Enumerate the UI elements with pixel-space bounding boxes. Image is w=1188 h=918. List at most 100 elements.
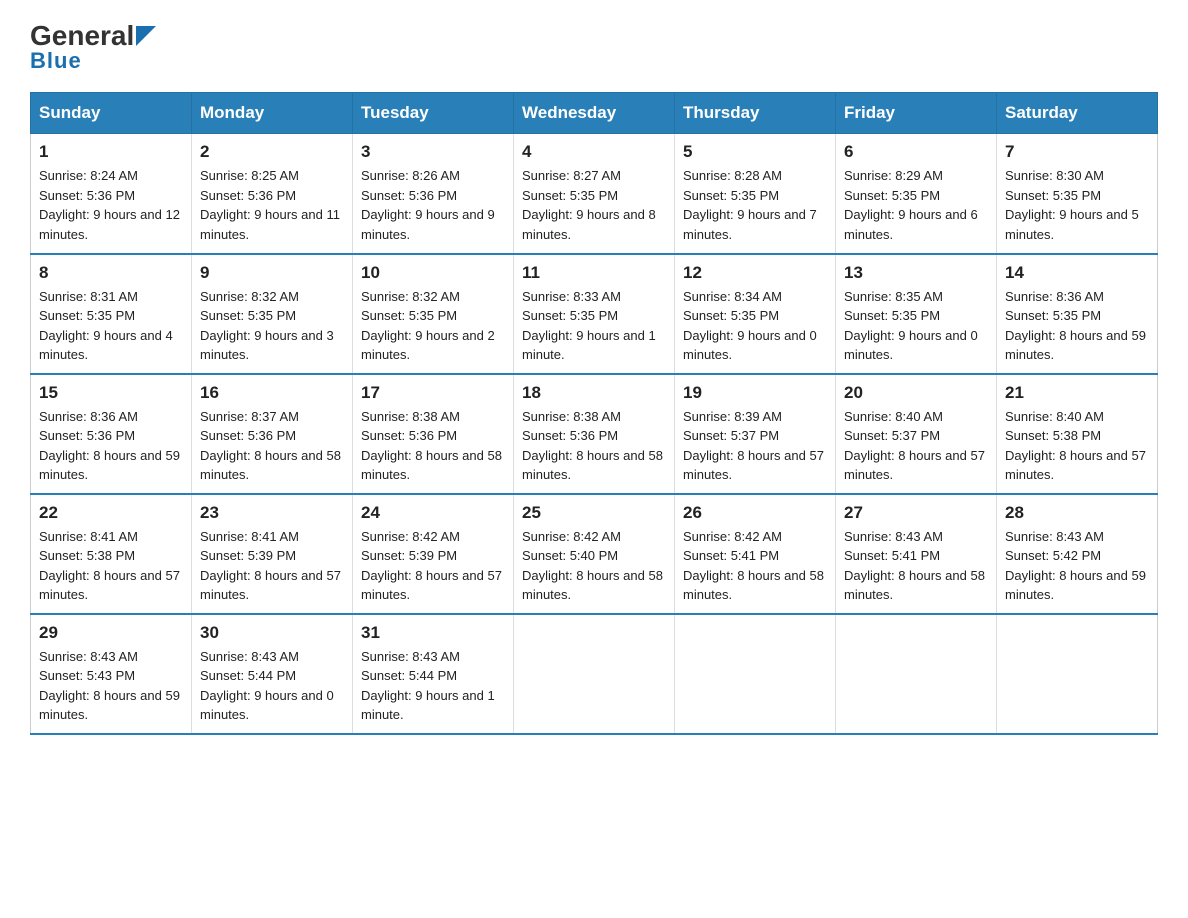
calendar-cell: 28Sunrise: 8:43 AMSunset: 5:42 PMDayligh…: [997, 494, 1158, 614]
calendar-cell: 4 Sunrise: 8:27 AMSunset: 5:35 PMDaylight…: [514, 134, 675, 254]
column-header-wednesday: Wednesday: [514, 93, 675, 134]
day-info: Sunrise: 8:42 AMSunset: 5:40 PMDaylight:…: [522, 527, 666, 605]
day-number: 14: [1005, 263, 1149, 283]
day-number: 4: [522, 142, 666, 162]
calendar-cell: 13Sunrise: 8:35 AMSunset: 5:35 PMDayligh…: [836, 254, 997, 374]
day-number: 28: [1005, 503, 1149, 523]
day-number: 29: [39, 623, 183, 643]
calendar-cell: 21 Sunrise: 8:40 AMSunset: 5:38 PMDayligh…: [997, 374, 1158, 494]
day-info: Sunrise: 8:40 AMSunset: 5:38 PMDaylight:…: [1005, 407, 1149, 485]
day-number: 7: [1005, 142, 1149, 162]
calendar-cell: 6 Sunrise: 8:29 AMSunset: 5:35 PMDaylight…: [836, 134, 997, 254]
day-number: 6: [844, 142, 988, 162]
day-info: Sunrise: 8:41 AMSunset: 5:39 PMDaylight:…: [200, 527, 344, 605]
day-info: Sunrise: 8:32 AMSunset: 5:35 PMDaylight:…: [361, 287, 505, 365]
calendar-cell: 16 Sunrise: 8:37 AMSunset: 5:36 PMDayligh…: [192, 374, 353, 494]
day-number: 23: [200, 503, 344, 523]
calendar-header: SundayMondayTuesdayWednesdayThursdayFrid…: [31, 93, 1158, 134]
calendar-cell: 24 Sunrise: 8:42 AMSunset: 5:39 PMDayligh…: [353, 494, 514, 614]
day-number: 21: [1005, 383, 1149, 403]
calendar-cell: [997, 614, 1158, 734]
calendar-cell: 9Sunrise: 8:32 AMSunset: 5:35 PMDaylight…: [192, 254, 353, 374]
day-info: Sunrise: 8:42 AMSunset: 5:41 PMDaylight:…: [683, 527, 827, 605]
day-number: 12: [683, 263, 827, 283]
day-info: Sunrise: 8:43 AMSunset: 5:44 PMDaylight:…: [361, 647, 505, 725]
day-number: 8: [39, 263, 183, 283]
week-row-4: 22 Sunrise: 8:41 AMSunset: 5:38 PMDayligh…: [31, 494, 1158, 614]
day-info: Sunrise: 8:40 AMSunset: 5:37 PMDaylight:…: [844, 407, 988, 485]
week-row-2: 8 Sunrise: 8:31 AMSunset: 5:35 PMDaylight…: [31, 254, 1158, 374]
day-number: 20: [844, 383, 988, 403]
day-info: Sunrise: 8:36 AMSunset: 5:36 PMDaylight:…: [39, 407, 183, 485]
day-number: 5: [683, 142, 827, 162]
calendar-cell: 25Sunrise: 8:42 AMSunset: 5:40 PMDayligh…: [514, 494, 675, 614]
day-info: Sunrise: 8:26 AMSunset: 5:36 PMDaylight:…: [361, 166, 505, 244]
logo-blue-text: Blue: [30, 48, 82, 74]
day-info: Sunrise: 8:36 AMSunset: 5:35 PMDaylight:…: [1005, 287, 1149, 365]
calendar-cell: 8 Sunrise: 8:31 AMSunset: 5:35 PMDaylight…: [31, 254, 192, 374]
calendar-table: SundayMondayTuesdayWednesdayThursdayFrid…: [30, 92, 1158, 735]
day-info: Sunrise: 8:24 AMSunset: 5:36 PMDaylight:…: [39, 166, 183, 244]
calendar-body: 1 Sunrise: 8:24 AMSunset: 5:36 PMDaylight…: [31, 134, 1158, 734]
day-number: 2: [200, 142, 344, 162]
day-info: Sunrise: 8:38 AMSunset: 5:36 PMDaylight:…: [522, 407, 666, 485]
day-info: Sunrise: 8:31 AMSunset: 5:35 PMDaylight:…: [39, 287, 183, 365]
day-number: 27: [844, 503, 988, 523]
day-info: Sunrise: 8:37 AMSunset: 5:36 PMDaylight:…: [200, 407, 344, 485]
header-row: SundayMondayTuesdayWednesdayThursdayFrid…: [31, 93, 1158, 134]
day-info: Sunrise: 8:38 AMSunset: 5:36 PMDaylight:…: [361, 407, 505, 485]
day-info: Sunrise: 8:35 AMSunset: 5:35 PMDaylight:…: [844, 287, 988, 365]
calendar-cell: 22 Sunrise: 8:41 AMSunset: 5:38 PMDayligh…: [31, 494, 192, 614]
calendar-cell: 2 Sunrise: 8:25 AMSunset: 5:36 PMDaylight…: [192, 134, 353, 254]
day-info: Sunrise: 8:29 AMSunset: 5:35 PMDaylight:…: [844, 166, 988, 244]
column-header-monday: Monday: [192, 93, 353, 134]
day-info: Sunrise: 8:41 AMSunset: 5:38 PMDaylight:…: [39, 527, 183, 605]
calendar-cell: 14 Sunrise: 8:36 AMSunset: 5:35 PMDayligh…: [997, 254, 1158, 374]
page-header: General Blue: [30, 20, 1158, 74]
day-info: Sunrise: 8:43 AMSunset: 5:41 PMDaylight:…: [844, 527, 988, 605]
column-header-tuesday: Tuesday: [353, 93, 514, 134]
day-number: 17: [361, 383, 505, 403]
day-info: Sunrise: 8:30 AMSunset: 5:35 PMDaylight:…: [1005, 166, 1149, 244]
calendar-cell: 5Sunrise: 8:28 AMSunset: 5:35 PMDaylight…: [675, 134, 836, 254]
day-number: 18: [522, 383, 666, 403]
calendar-cell: 19Sunrise: 8:39 AMSunset: 5:37 PMDayligh…: [675, 374, 836, 494]
day-info: Sunrise: 8:25 AMSunset: 5:36 PMDaylight:…: [200, 166, 344, 244]
logo: General Blue: [30, 20, 156, 74]
day-number: 16: [200, 383, 344, 403]
day-info: Sunrise: 8:27 AMSunset: 5:35 PMDaylight:…: [522, 166, 666, 244]
day-number: 24: [361, 503, 505, 523]
day-number: 26: [683, 503, 827, 523]
day-number: 31: [361, 623, 505, 643]
calendar-cell: 26 Sunrise: 8:42 AMSunset: 5:41 PMDayligh…: [675, 494, 836, 614]
calendar-cell: 15Sunrise: 8:36 AMSunset: 5:36 PMDayligh…: [31, 374, 192, 494]
week-row-1: 1 Sunrise: 8:24 AMSunset: 5:36 PMDaylight…: [31, 134, 1158, 254]
day-info: Sunrise: 8:42 AMSunset: 5:39 PMDaylight:…: [361, 527, 505, 605]
calendar-cell: 1 Sunrise: 8:24 AMSunset: 5:36 PMDaylight…: [31, 134, 192, 254]
day-number: 3: [361, 142, 505, 162]
day-number: 1: [39, 142, 183, 162]
calendar-cell: 31 Sunrise: 8:43 AMSunset: 5:44 PMDayligh…: [353, 614, 514, 734]
day-info: Sunrise: 8:39 AMSunset: 5:37 PMDaylight:…: [683, 407, 827, 485]
calendar-cell: 20 Sunrise: 8:40 AMSunset: 5:37 PMDayligh…: [836, 374, 997, 494]
column-header-saturday: Saturday: [997, 93, 1158, 134]
calendar-cell: [836, 614, 997, 734]
calendar-cell: 29Sunrise: 8:43 AMSunset: 5:43 PMDayligh…: [31, 614, 192, 734]
calendar-cell: 11 Sunrise: 8:33 AMSunset: 5:35 PMDayligh…: [514, 254, 675, 374]
day-info: Sunrise: 8:33 AMSunset: 5:35 PMDaylight:…: [522, 287, 666, 365]
day-info: Sunrise: 8:32 AMSunset: 5:35 PMDaylight:…: [200, 287, 344, 365]
calendar-cell: 23 Sunrise: 8:41 AMSunset: 5:39 PMDayligh…: [192, 494, 353, 614]
calendar-cell: 7 Sunrise: 8:30 AMSunset: 5:35 PMDaylight…: [997, 134, 1158, 254]
day-number: 10: [361, 263, 505, 283]
column-header-thursday: Thursday: [675, 93, 836, 134]
day-number: 11: [522, 263, 666, 283]
day-number: 22: [39, 503, 183, 523]
calendar-cell: 10 Sunrise: 8:32 AMSunset: 5:35 PMDayligh…: [353, 254, 514, 374]
calendar-cell: [675, 614, 836, 734]
day-info: Sunrise: 8:43 AMSunset: 5:44 PMDaylight:…: [200, 647, 344, 725]
day-number: 30: [200, 623, 344, 643]
column-header-sunday: Sunday: [31, 93, 192, 134]
calendar-cell: 17 Sunrise: 8:38 AMSunset: 5:36 PMDayligh…: [353, 374, 514, 494]
calendar-cell: 27 Sunrise: 8:43 AMSunset: 5:41 PMDayligh…: [836, 494, 997, 614]
calendar-cell: 3 Sunrise: 8:26 AMSunset: 5:36 PMDaylight…: [353, 134, 514, 254]
